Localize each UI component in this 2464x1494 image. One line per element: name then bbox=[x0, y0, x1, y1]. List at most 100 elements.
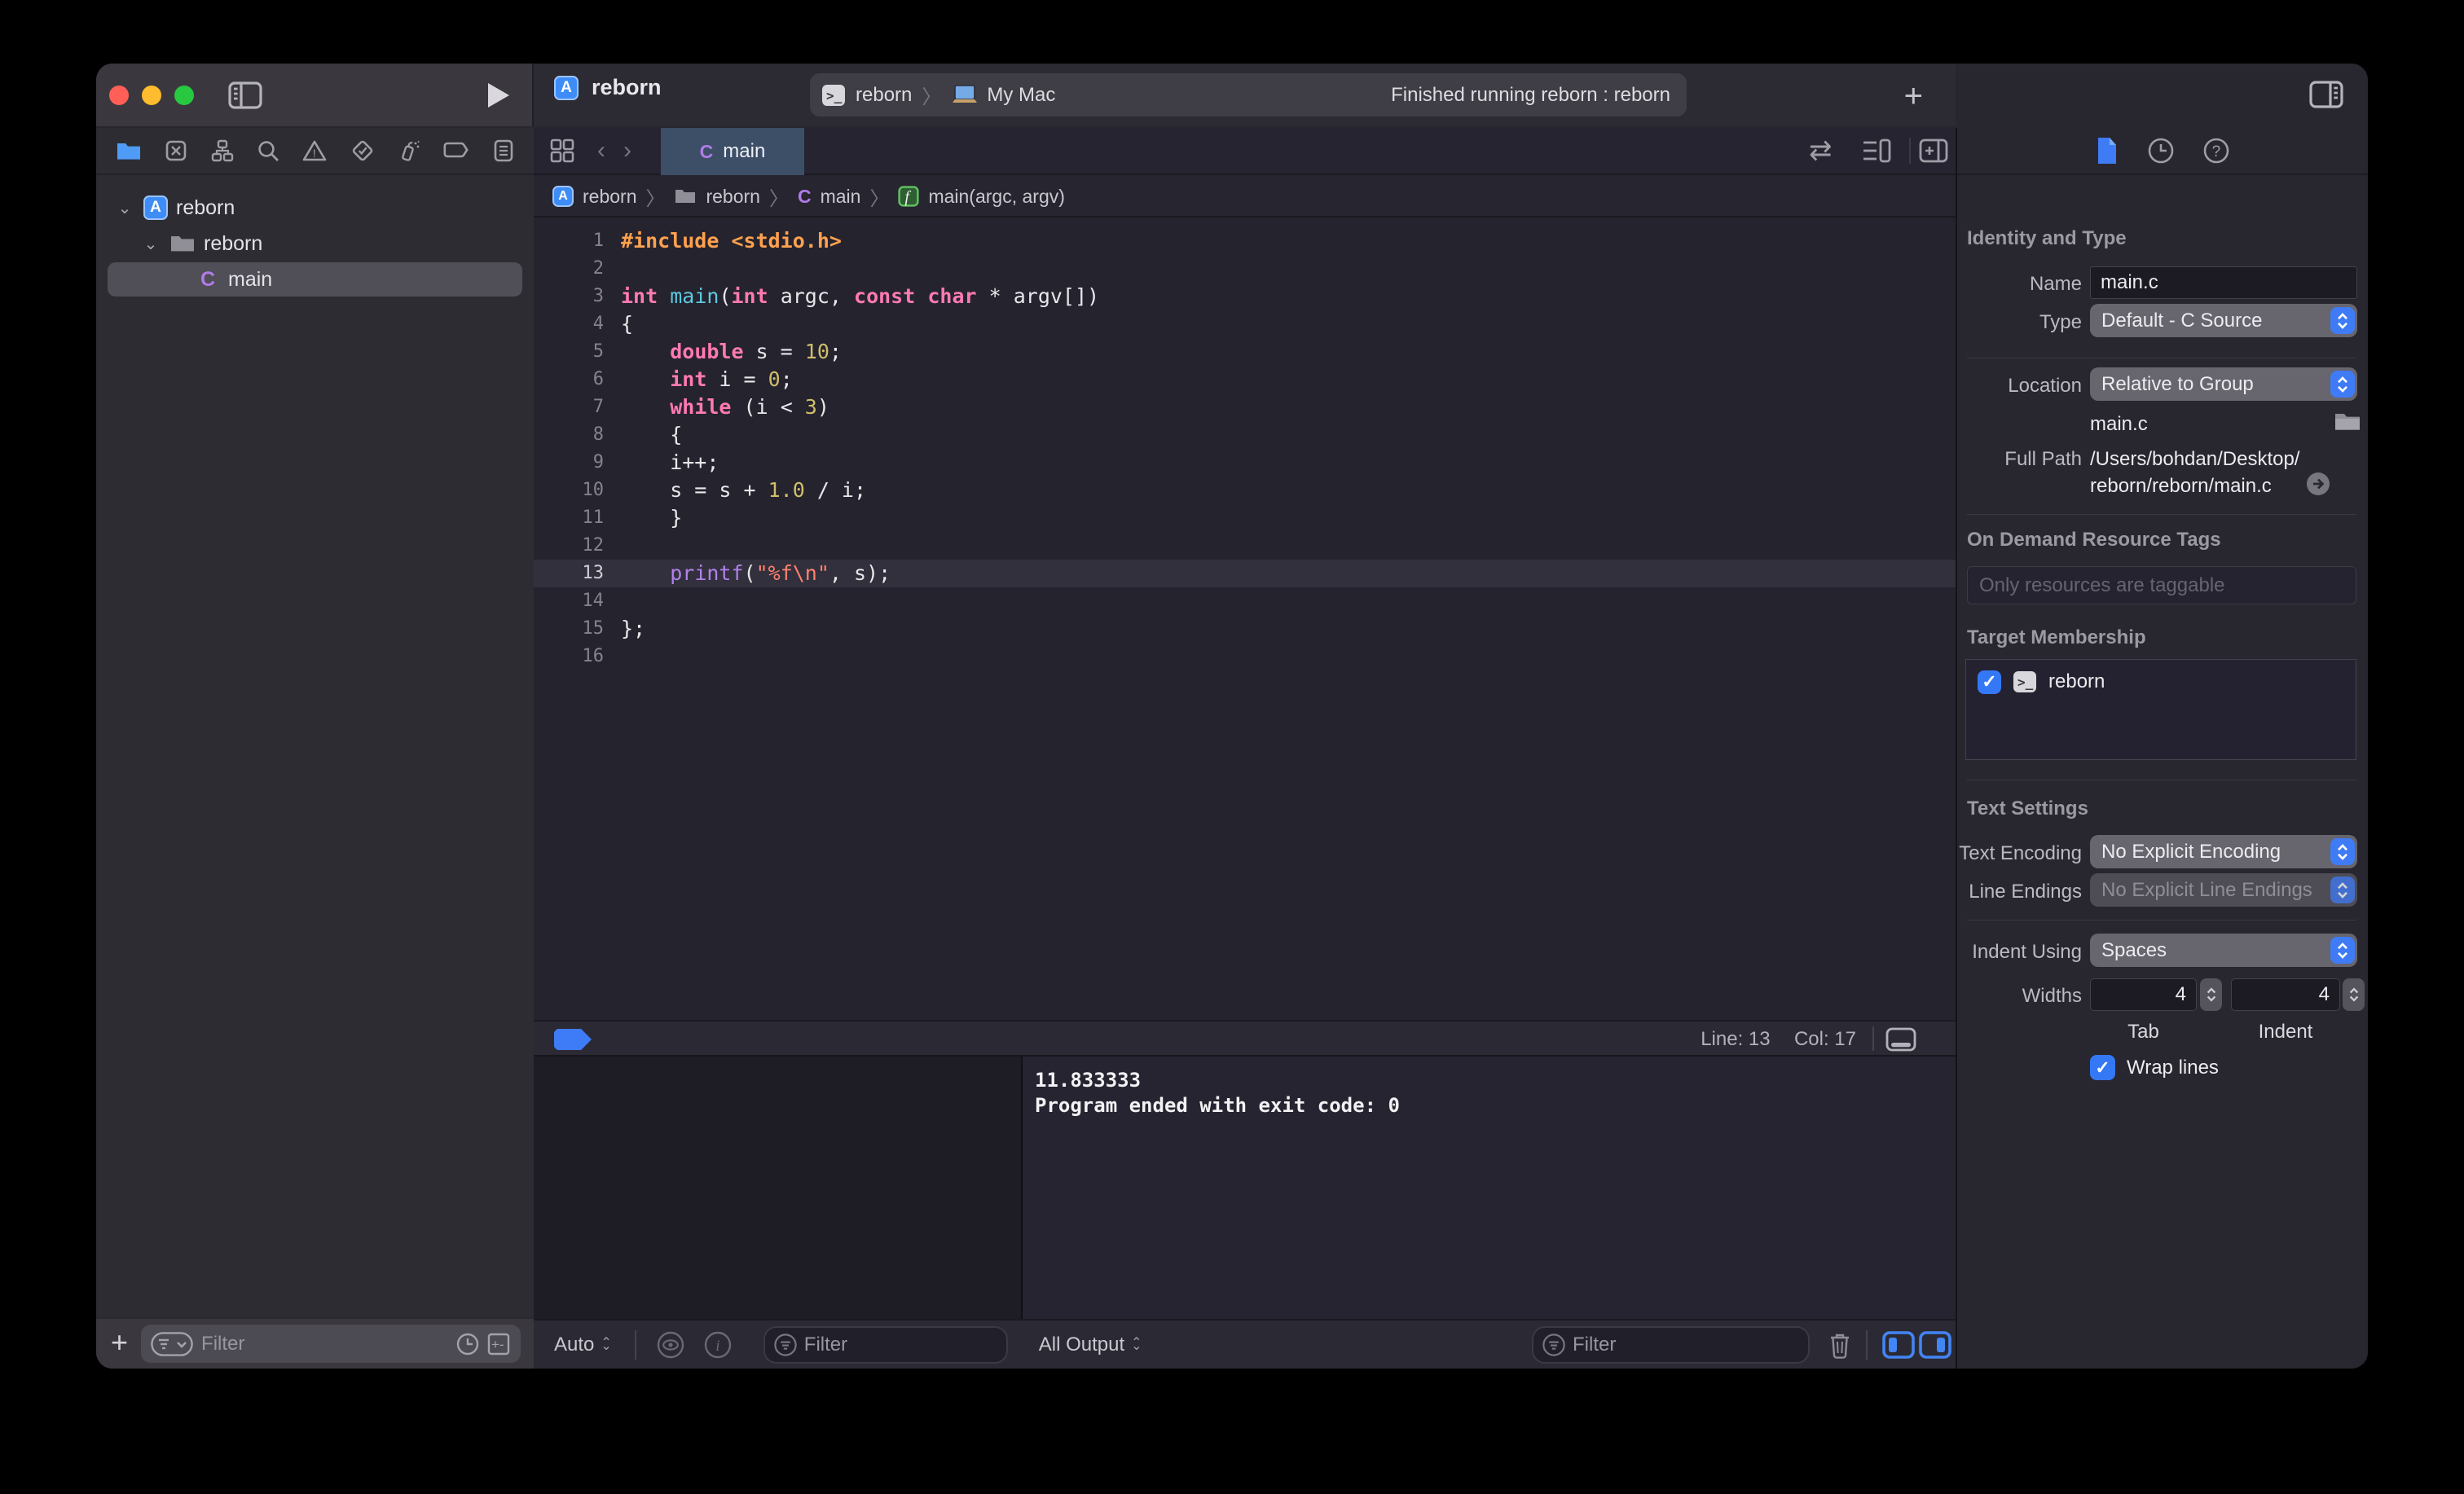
issue-navigator-icon[interactable]: ! bbox=[302, 139, 327, 162]
recents-clock-icon[interactable] bbox=[455, 1332, 480, 1356]
scheme-pill[interactable]: >_ reborn 〉 My Mac Finished running rebo… bbox=[810, 73, 1687, 116]
console-filter-input[interactable] bbox=[1573, 1334, 1759, 1356]
tree-item-main[interactable]: Cmain bbox=[96, 261, 534, 297]
chevron-up-down-icon: ⌃⌄ bbox=[1131, 1339, 1142, 1351]
line-endings-popup[interactable]: No Explicit Line Endings bbox=[2090, 873, 2357, 907]
swap-editor-icon[interactable]: ⇄ bbox=[1809, 134, 1833, 167]
target-checkbox[interactable]: ✓ bbox=[1978, 670, 2001, 694]
tab-width-field[interactable]: 4 bbox=[2090, 978, 2197, 1011]
disclosure-chevron-icon[interactable]: ⌄ bbox=[140, 234, 161, 254]
show-variables-view-icon[interactable] bbox=[1882, 1331, 1915, 1359]
code-line-6[interactable]: 6 int i = 0; bbox=[534, 366, 1956, 393]
code-line-2[interactable]: 2 bbox=[534, 255, 1956, 283]
wrap-lines-row[interactable]: ✓ Wrap lines bbox=[2090, 1055, 2219, 1080]
navigator-filter-field[interactable]: +- bbox=[141, 1325, 521, 1363]
type-popup[interactable]: Default - C Source bbox=[2090, 304, 2357, 337]
breadcrumb-function[interactable]: main(argc, argv) bbox=[928, 186, 1064, 208]
scheme-destination[interactable]: My Mac bbox=[987, 84, 1055, 107]
code-line-14[interactable]: 14 bbox=[534, 587, 1956, 615]
report-navigator-icon[interactable] bbox=[493, 139, 514, 162]
show-console-view-icon[interactable] bbox=[1919, 1331, 1951, 1359]
source-control-navigator-icon[interactable] bbox=[165, 139, 187, 162]
code-line-7[interactable]: 7 while (i < 3) bbox=[534, 393, 1956, 421]
quicklook-info-icon[interactable]: i bbox=[703, 1330, 733, 1360]
code-line-11[interactable]: 11 } bbox=[534, 504, 1956, 532]
code-line-9[interactable]: 9 i++; bbox=[534, 449, 1956, 477]
code-editor[interactable]: 1#include <stdio.h>23int main(int argc, … bbox=[534, 219, 1956, 1020]
breakpoint-toggle[interactable] bbox=[554, 1029, 592, 1050]
toggle-right-sidebar-icon[interactable] bbox=[2309, 81, 2343, 108]
quick-help-inspector-icon[interactable]: ? bbox=[2202, 137, 2230, 165]
editor-options-icon[interactable] bbox=[1862, 138, 1891, 164]
text-encoding-popup[interactable]: No Explicit Encoding bbox=[2090, 835, 2357, 868]
code-text: { bbox=[621, 423, 682, 446]
code-line-15[interactable]: 15}; bbox=[534, 615, 1956, 643]
breakpoint-navigator-icon[interactable] bbox=[443, 140, 469, 161]
choose-location-folder-icon[interactable] bbox=[2334, 410, 2361, 433]
tab-label: main bbox=[723, 140, 765, 163]
variables-filter-field[interactable] bbox=[763, 1326, 1008, 1364]
code-line-16[interactable]: 16 bbox=[534, 643, 1956, 670]
line-number: 3 bbox=[534, 283, 604, 310]
indent-width-stepper[interactable] bbox=[2343, 978, 2365, 1011]
clear-console-trash-icon[interactable] bbox=[1826, 1330, 1854, 1360]
disclosure-chevron-icon[interactable]: ⌄ bbox=[114, 198, 135, 218]
tree-item-reborn[interactable]: ⌄reborn bbox=[96, 226, 534, 261]
view-memory-eye-icon[interactable] bbox=[656, 1330, 685, 1360]
run-button[interactable] bbox=[486, 81, 511, 109]
breadcrumb-group[interactable]: reborn bbox=[706, 186, 759, 208]
console-output[interactable]: 11.833333Program ended with exit code: 0 bbox=[1024, 1057, 1956, 1319]
file-inspector-icon[interactable] bbox=[2095, 136, 2119, 165]
add-tab-button[interactable]: + bbox=[1904, 78, 1923, 115]
add-file-button[interactable]: + bbox=[111, 1325, 128, 1360]
toggle-debug-area-icon[interactable] bbox=[1885, 1027, 1916, 1052]
add-editor-icon[interactable] bbox=[1919, 138, 1948, 164]
symbol-navigator-icon[interactable] bbox=[211, 139, 234, 162]
minimize-window-button[interactable] bbox=[142, 86, 161, 105]
console-scope-popup[interactable]: All Output bbox=[1039, 1334, 1124, 1356]
odrt-tags-field[interactable]: Only resources are taggable bbox=[1967, 566, 2356, 604]
navigator-filter-input[interactable] bbox=[201, 1333, 429, 1356]
scm-status-filter-icon[interactable]: +- bbox=[486, 1332, 511, 1356]
zoom-window-button[interactable] bbox=[174, 86, 194, 105]
type-label: Type bbox=[1957, 311, 2082, 334]
go-forward-icon[interactable]: › bbox=[623, 137, 631, 165]
tree-item-reborn[interactable]: ⌄Areborn bbox=[96, 190, 534, 226]
close-window-button[interactable] bbox=[109, 86, 129, 105]
tab-main[interactable]: C main bbox=[661, 128, 804, 175]
target-row[interactable]: ✓ >_ reborn bbox=[1978, 670, 2356, 694]
test-navigator-icon[interactable] bbox=[350, 138, 375, 163]
find-navigator-icon[interactable] bbox=[257, 139, 279, 162]
code-line-1[interactable]: 1#include <stdio.h> bbox=[534, 227, 1956, 255]
code-line-12[interactable]: 12 bbox=[534, 532, 1956, 560]
code-line-8[interactable]: 8 { bbox=[534, 421, 1956, 449]
location-popup[interactable]: Relative to Group bbox=[2090, 367, 2357, 401]
debug-navigator-icon[interactable] bbox=[398, 138, 420, 163]
related-items-icon[interactable] bbox=[548, 137, 576, 165]
tab-width-stepper[interactable] bbox=[2200, 978, 2222, 1011]
code-line-5[interactable]: 5 double s = 10; bbox=[534, 338, 1956, 366]
code-line-3[interactable]: 3int main(int argc, const char * argv[]) bbox=[534, 283, 1956, 310]
variables-filter-input[interactable] bbox=[804, 1334, 967, 1356]
history-inspector-icon[interactable] bbox=[2147, 137, 2175, 165]
breadcrumb-file[interactable]: main bbox=[821, 186, 861, 208]
console-filter-field[interactable] bbox=[1532, 1326, 1810, 1364]
code-line-13[interactable]: 13 printf("%f\n", s); bbox=[534, 560, 1956, 587]
activity-status: Finished running reborn : reborn bbox=[1391, 84, 1670, 107]
breadcrumb-project[interactable]: reborn bbox=[583, 186, 636, 208]
indent-width-field[interactable]: 4 bbox=[2231, 978, 2340, 1011]
go-back-icon[interactable]: ‹ bbox=[597, 137, 605, 165]
scheme-target[interactable]: reborn bbox=[856, 84, 912, 107]
indent-using-popup[interactable]: Spaces bbox=[2090, 934, 2357, 967]
text-settings-header: Text Settings bbox=[1967, 798, 2088, 820]
wrap-lines-checkbox[interactable]: ✓ bbox=[2090, 1055, 2115, 1080]
name-field[interactable]: main.c bbox=[2090, 266, 2357, 299]
open-full-path-arrow-icon[interactable] bbox=[2306, 472, 2330, 496]
variables-scope-popup[interactable]: Auto bbox=[554, 1334, 594, 1356]
project-navigator-icon[interactable] bbox=[116, 139, 142, 162]
editor-status-bar: Line: 13 Col: 17 bbox=[534, 1020, 1956, 1057]
code-line-10[interactable]: 10 s = s + 1.0 / i; bbox=[534, 477, 1956, 504]
code-line-4[interactable]: 4{ bbox=[534, 310, 1956, 338]
variables-view[interactable] bbox=[534, 1057, 1023, 1319]
toggle-left-sidebar-icon[interactable] bbox=[228, 81, 262, 109]
